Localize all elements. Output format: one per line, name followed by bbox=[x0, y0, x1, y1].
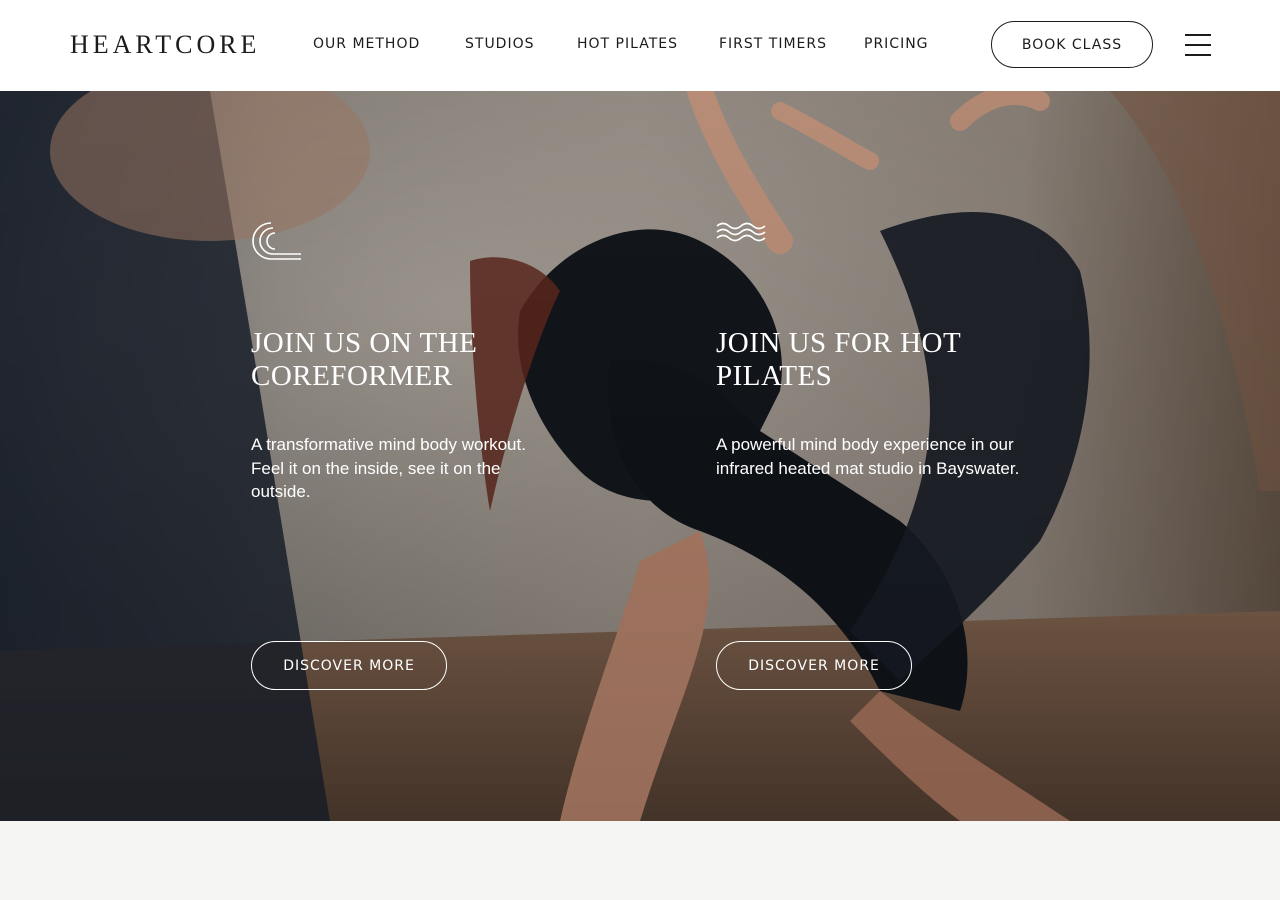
coreformer-description: A transformative mind body workout. Feel… bbox=[251, 435, 526, 501]
hot-pilates-title: JOIN US FOR HOT PILATES bbox=[716, 327, 961, 392]
hero-background-photo bbox=[0, 91, 1280, 821]
heat-waves-icon bbox=[716, 222, 766, 242]
nav-item-studios[interactable]: STUDIOS bbox=[465, 36, 535, 52]
book-class-button[interactable]: BOOK CLASS bbox=[991, 21, 1153, 68]
brand-logo[interactable]: HEARTCORE bbox=[70, 30, 260, 60]
hot-pilates-description: A powerful mind body experience in our i… bbox=[716, 435, 1020, 478]
nav-item-hot-pilates[interactable]: HOT PILATES bbox=[577, 36, 678, 52]
next-section-background bbox=[0, 821, 1280, 900]
hamburger-menu-icon[interactable] bbox=[1185, 32, 1211, 58]
discover-more-coreformer-button[interactable]: DISCOVER MORE bbox=[251, 641, 447, 690]
coreformer-title: JOIN US ON THE COREFORMER bbox=[251, 327, 478, 392]
nav-item-our-method[interactable]: OUR METHOD bbox=[313, 36, 420, 52]
nav-item-pricing[interactable]: PRICING bbox=[864, 36, 929, 52]
coreformer-arc-icon bbox=[252, 222, 301, 260]
top-navigation-bar: HEARTCORE OUR METHOD STUDIOS HOT PILATES… bbox=[0, 0, 1280, 91]
discover-more-hot-pilates-button[interactable]: DISCOVER MORE bbox=[716, 641, 912, 690]
hero-section: JOIN US ON THE COREFORMER A transformati… bbox=[0, 91, 1280, 821]
nav-item-first-timers[interactable]: FIRST TIMERS bbox=[719, 36, 827, 52]
